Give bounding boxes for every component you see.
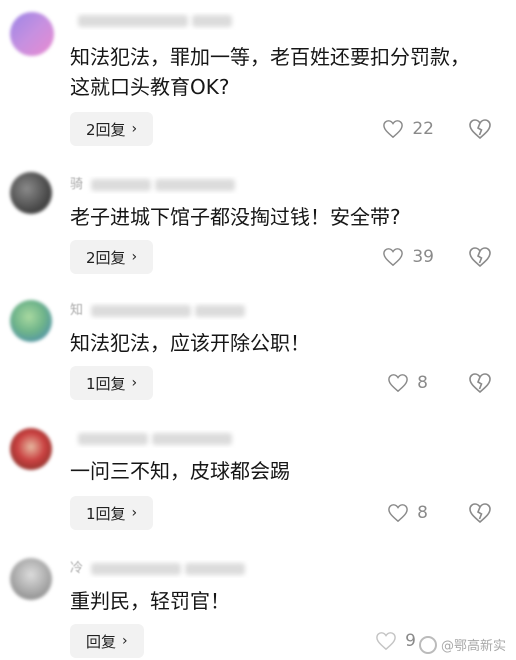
author-initial: 骑 [70, 177, 84, 192]
comment-text-line: 这就口头教育OK? [70, 75, 230, 99]
heart-icon [376, 632, 396, 651]
avatar[interactable] [10, 558, 52, 600]
watermark-text: @鄂高新实 [440, 639, 506, 654]
comment-text-line: 知法犯法，应该开除公职！ [70, 331, 310, 355]
reply-label: 2回复 [86, 120, 126, 139]
chevron-right-icon: › [131, 505, 138, 521]
reply-button[interactable]: 2回复 › [70, 240, 154, 274]
like-count: 8 [417, 503, 428, 523]
comment-item: 知 知法犯法，应该开除公职！ 1回复 › 8 [0, 298, 516, 428]
author-initial: 冷 [70, 561, 84, 576]
reply-label: 1回复 [86, 504, 126, 523]
avatar[interactable] [10, 300, 52, 342]
watermark: @鄂高新实 [418, 635, 506, 654]
reply-button[interactable]: 1回复 › [70, 366, 154, 400]
like-button[interactable]: 22 [382, 112, 434, 146]
comment-text-line: 重判民，轻罚官！ [70, 589, 230, 613]
like-button[interactable]: 8 [387, 496, 428, 530]
comment-author-meta: 骑 [70, 176, 250, 194]
broken-heart-icon[interactable] [468, 501, 492, 525]
like-count: 9 [405, 631, 416, 651]
comment-author-meta: 知 [70, 302, 250, 320]
like-count: 22 [412, 119, 434, 139]
chevron-right-icon: › [122, 633, 128, 649]
comment-author-meta: 冷 [70, 560, 250, 578]
broken-heart-icon[interactable] [468, 245, 492, 269]
like-count: 39 [412, 247, 434, 267]
watermark-logo-icon [418, 635, 437, 654]
comment-item: 骑 老子进城下馆子都没掏过钱！安全带? 2回复 › 39 [0, 170, 516, 300]
like-button[interactable]: 9 [375, 624, 416, 658]
reply-button[interactable]: 1回复 › [70, 496, 154, 530]
comment-text-line: 老子进城下馆子都没掏过钱！安全带? [70, 205, 401, 229]
broken-heart-icon[interactable] [468, 371, 492, 395]
like-button[interactable]: 8 [387, 366, 428, 400]
avatar[interactable] [10, 172, 52, 214]
avatar[interactable] [10, 12, 54, 56]
chevron-right-icon: › [131, 249, 138, 265]
like-count: 8 [417, 373, 428, 393]
reply-button[interactable]: 回复 › [70, 624, 144, 658]
heart-icon [383, 248, 404, 267]
heart-icon [388, 374, 408, 393]
comment-item: 一问三不知，皮球都会踢 1回复 › 8 [0, 426, 516, 556]
comment-item: 知法犯法，罪加一等，老百姓还要扣分罚款， 这就口头教育OK? 2回复 › 22 [0, 0, 516, 146]
comment-text: 知法犯法，应该开除公职！ [70, 328, 500, 358]
heart-icon [383, 120, 404, 139]
comment-text: 老子进城下馆子都没掏过钱！安全带? [70, 202, 500, 232]
reply-button[interactable]: 2回复 › [70, 112, 154, 146]
comment-text: 知法犯法，罪加一等，老百姓还要扣分罚款， 这就口头教育OK? [70, 42, 500, 102]
comment-text: 重判民，轻罚官！ [70, 586, 500, 616]
reply-label: 1回复 [86, 374, 126, 393]
comment-text: 一问三不知，皮球都会踢 [70, 456, 500, 486]
chevron-right-icon: › [131, 375, 138, 391]
comment-author-meta [70, 430, 250, 448]
reply-label: 2回复 [86, 248, 126, 267]
broken-heart-icon[interactable] [468, 117, 492, 141]
comment-text-line: 知法犯法，罪加一等，老百姓还要扣分罚款， [70, 45, 470, 69]
like-button[interactable]: 39 [382, 240, 434, 274]
chevron-right-icon: › [131, 121, 138, 137]
author-initial: 知 [70, 303, 84, 318]
reply-label: 回复 [86, 632, 117, 651]
avatar[interactable] [10, 428, 52, 470]
comment-text-line: 一问三不知，皮球都会踢 [70, 459, 290, 483]
heart-icon [388, 504, 408, 523]
comment-author-meta [70, 12, 250, 30]
